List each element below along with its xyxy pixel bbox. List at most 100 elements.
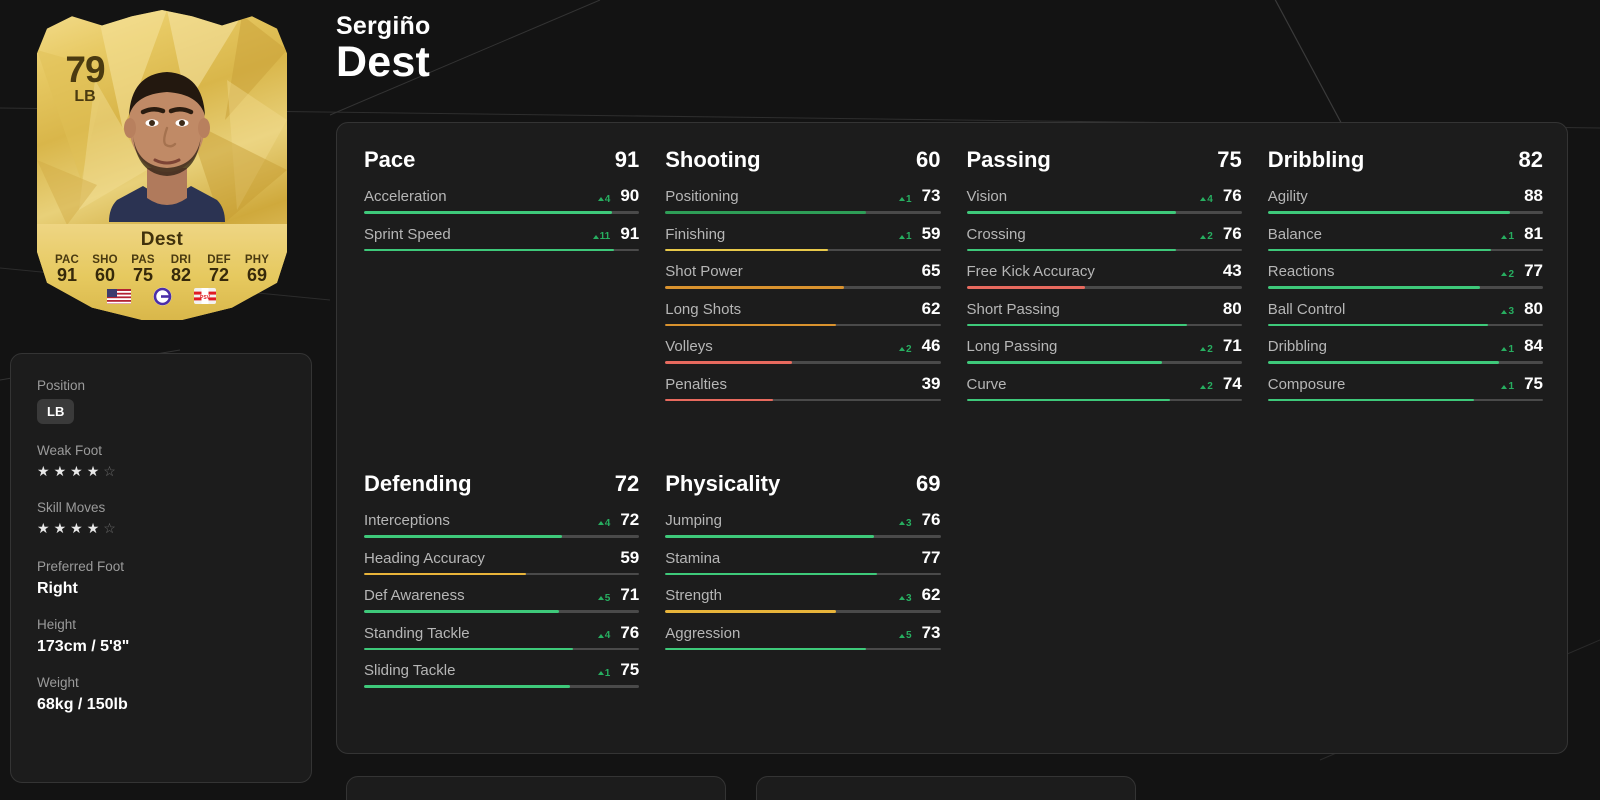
section-value: 82 <box>1518 147 1543 172</box>
stat-modifier: 4 <box>597 193 611 205</box>
position-group: Position LB <box>37 378 311 424</box>
stat-row: Free Kick Accuracy 43 <box>966 261 1242 289</box>
arrow-up-icon <box>1501 272 1508 276</box>
stat-row: Interceptions 4 72 <box>364 510 640 538</box>
stat-row: Volleys 2 46 <box>665 336 941 364</box>
stat-name: Standing Tackle <box>364 624 470 642</box>
arrow-up-icon <box>1200 384 1207 389</box>
stat-value-group: 2 77 <box>1501 261 1543 281</box>
preferred-foot-value: Right <box>37 580 78 597</box>
stat-row-header: Ball Control 3 80 <box>1268 299 1543 319</box>
stat-bar-fill <box>665 572 878 575</box>
stat-row-header: Interceptions 4 72 <box>364 510 639 530</box>
stat-bar-track <box>364 685 640 688</box>
stat-modifier: 3 <box>898 517 912 529</box>
player-portrait <box>109 72 225 222</box>
stat-row: Aggression 5 73 <box>665 623 941 650</box>
stat-value: 46 <box>921 336 941 355</box>
stat-name: Free Kick Accuracy <box>966 263 1095 280</box>
section-value: 91 <box>614 147 640 172</box>
stat-section-passing: Passing 75 Vision 4 76 Crossing 2 76 Free Kick A… <box>966 147 1242 411</box>
stat-row-header: Reactions 2 77 <box>1268 261 1543 281</box>
stat-modifier: 4 <box>597 630 610 641</box>
stat-row-header: Aggression 5 73 <box>665 623 940 643</box>
card-stat-pac: PAC 91 <box>48 254 86 285</box>
position-label: Position <box>37 378 86 393</box>
preferred-foot-label: Preferred Foot <box>37 559 125 574</box>
stat-row: Long Passing 2 71 <box>966 336 1242 364</box>
weak-foot-stars: ★ ★ ★ ★ ☆ <box>37 464 311 478</box>
stat-value: 43 <box>1222 261 1242 280</box>
player-info-sidebar: Position LB Weak Foot ★ ★ ★ ★ ☆ Skill Moves … <box>10 353 312 783</box>
card-stat-value: 91 <box>56 265 78 285</box>
player-name-header: Sergiño Dest <box>336 12 430 85</box>
stat-bar-track <box>966 361 1242 364</box>
stat-row-header: Volleys 2 46 <box>665 336 940 356</box>
stat-value-group: 59 <box>615 548 639 568</box>
stat-modifier: 2 <box>1200 381 1213 392</box>
stat-value: 76 <box>620 622 640 642</box>
stat-bar-track <box>364 610 640 613</box>
svg-text:PSV: PSV <box>200 295 211 301</box>
stat-name: Stamina <box>665 549 721 567</box>
stat-row-header: Shot Power 65 <box>665 261 940 281</box>
stat-name: Penalties <box>665 375 727 393</box>
stat-modifier-value: 3 <box>905 517 912 529</box>
stat-row: Acceleration 4 90 <box>364 186 640 214</box>
card-stat-value: 75 <box>132 265 154 285</box>
arrow-up-icon <box>1501 384 1508 389</box>
height-label: Height <box>37 617 77 632</box>
position-chip[interactable]: LB <box>37 399 75 424</box>
stat-bar-fill <box>364 610 560 613</box>
weak-foot-label: Weak Foot <box>37 443 103 458</box>
player-card[interactable]: 79 LB Dest PAC 91 SHO 60 PAS 75 DRI 82 DEF 72 PHY 6… <box>37 10 287 320</box>
stat-name: Balance <box>1267 225 1322 243</box>
stat-value: 90 <box>620 186 640 205</box>
stat-name: Positioning <box>665 188 739 205</box>
stat-modifier: 2 <box>1200 344 1213 355</box>
stat-bar-track <box>1267 398 1543 401</box>
stat-row: Def Awareness 5 71 <box>364 585 640 613</box>
stat-modifier: 3 <box>1501 306 1514 317</box>
stat-name: Sprint Speed <box>364 225 451 243</box>
stat-bar-fill <box>364 211 612 214</box>
weak-foot-star: ★ <box>53 463 67 479</box>
stat-bar-fill <box>665 211 867 214</box>
stat-row: Stamina 77 <box>665 548 941 575</box>
stat-row: Balance 1 81 <box>1267 224 1543 251</box>
section-value: 75 <box>1217 147 1242 172</box>
bottom-panel-left <box>346 776 726 800</box>
stat-bar-track <box>966 286 1242 289</box>
stat-modifier-value: 4 <box>604 193 611 205</box>
stat-value-group: 1 75 <box>597 660 639 680</box>
stat-modifier: 4 <box>1200 194 1213 205</box>
stat-section-dribbling: Dribbling 82 Agility 88 Balance 1 81 Reactions 2… <box>1267 147 1543 411</box>
stat-name: Crossing <box>966 225 1026 243</box>
stat-value-group: 4 90 <box>597 186 640 206</box>
stat-value: 76 <box>1222 223 1242 243</box>
section-header: Physicality 69 <box>665 471 940 497</box>
stat-row: Strength 3 62 <box>665 585 941 613</box>
stat-modifier: 5 <box>597 593 610 604</box>
stat-row: Reactions 2 77 <box>1267 261 1543 289</box>
card-rating-value: 79 <box>65 49 105 90</box>
stat-name: Def Awareness <box>364 587 465 604</box>
stat-bar-track <box>665 572 941 575</box>
stat-bar-track <box>1267 323 1543 326</box>
stat-bar-track <box>966 323 1242 326</box>
stat-bar-track <box>364 572 640 575</box>
stat-name: Shot Power <box>665 263 743 280</box>
stat-value: 65 <box>921 261 941 280</box>
stat-value-group: 1 59 <box>898 224 941 244</box>
arrow-up-icon <box>898 596 905 600</box>
stat-name: Heading Accuracy <box>364 549 485 567</box>
stat-value-group: 4 76 <box>1200 186 1242 206</box>
stat-value: 72 <box>620 510 640 529</box>
stats-row-top: Pace 91 Acceleration 4 90 Sprint Speed 11 91 Sho… <box>364 147 1543 411</box>
stat-row-header: Composure 1 75 <box>1268 374 1543 394</box>
stat-row-header: Sliding Tackle 1 75 <box>364 660 639 680</box>
stat-row-header: Balance 1 81 <box>1268 224 1543 244</box>
stat-row: Jumping 3 76 <box>665 510 941 538</box>
stat-row-header: Curve 2 74 <box>967 374 1242 394</box>
card-stat-row: PAC 91 SHO 60 PAS 75 DRI 82 DEF 72 PHY 69 <box>37 254 287 285</box>
